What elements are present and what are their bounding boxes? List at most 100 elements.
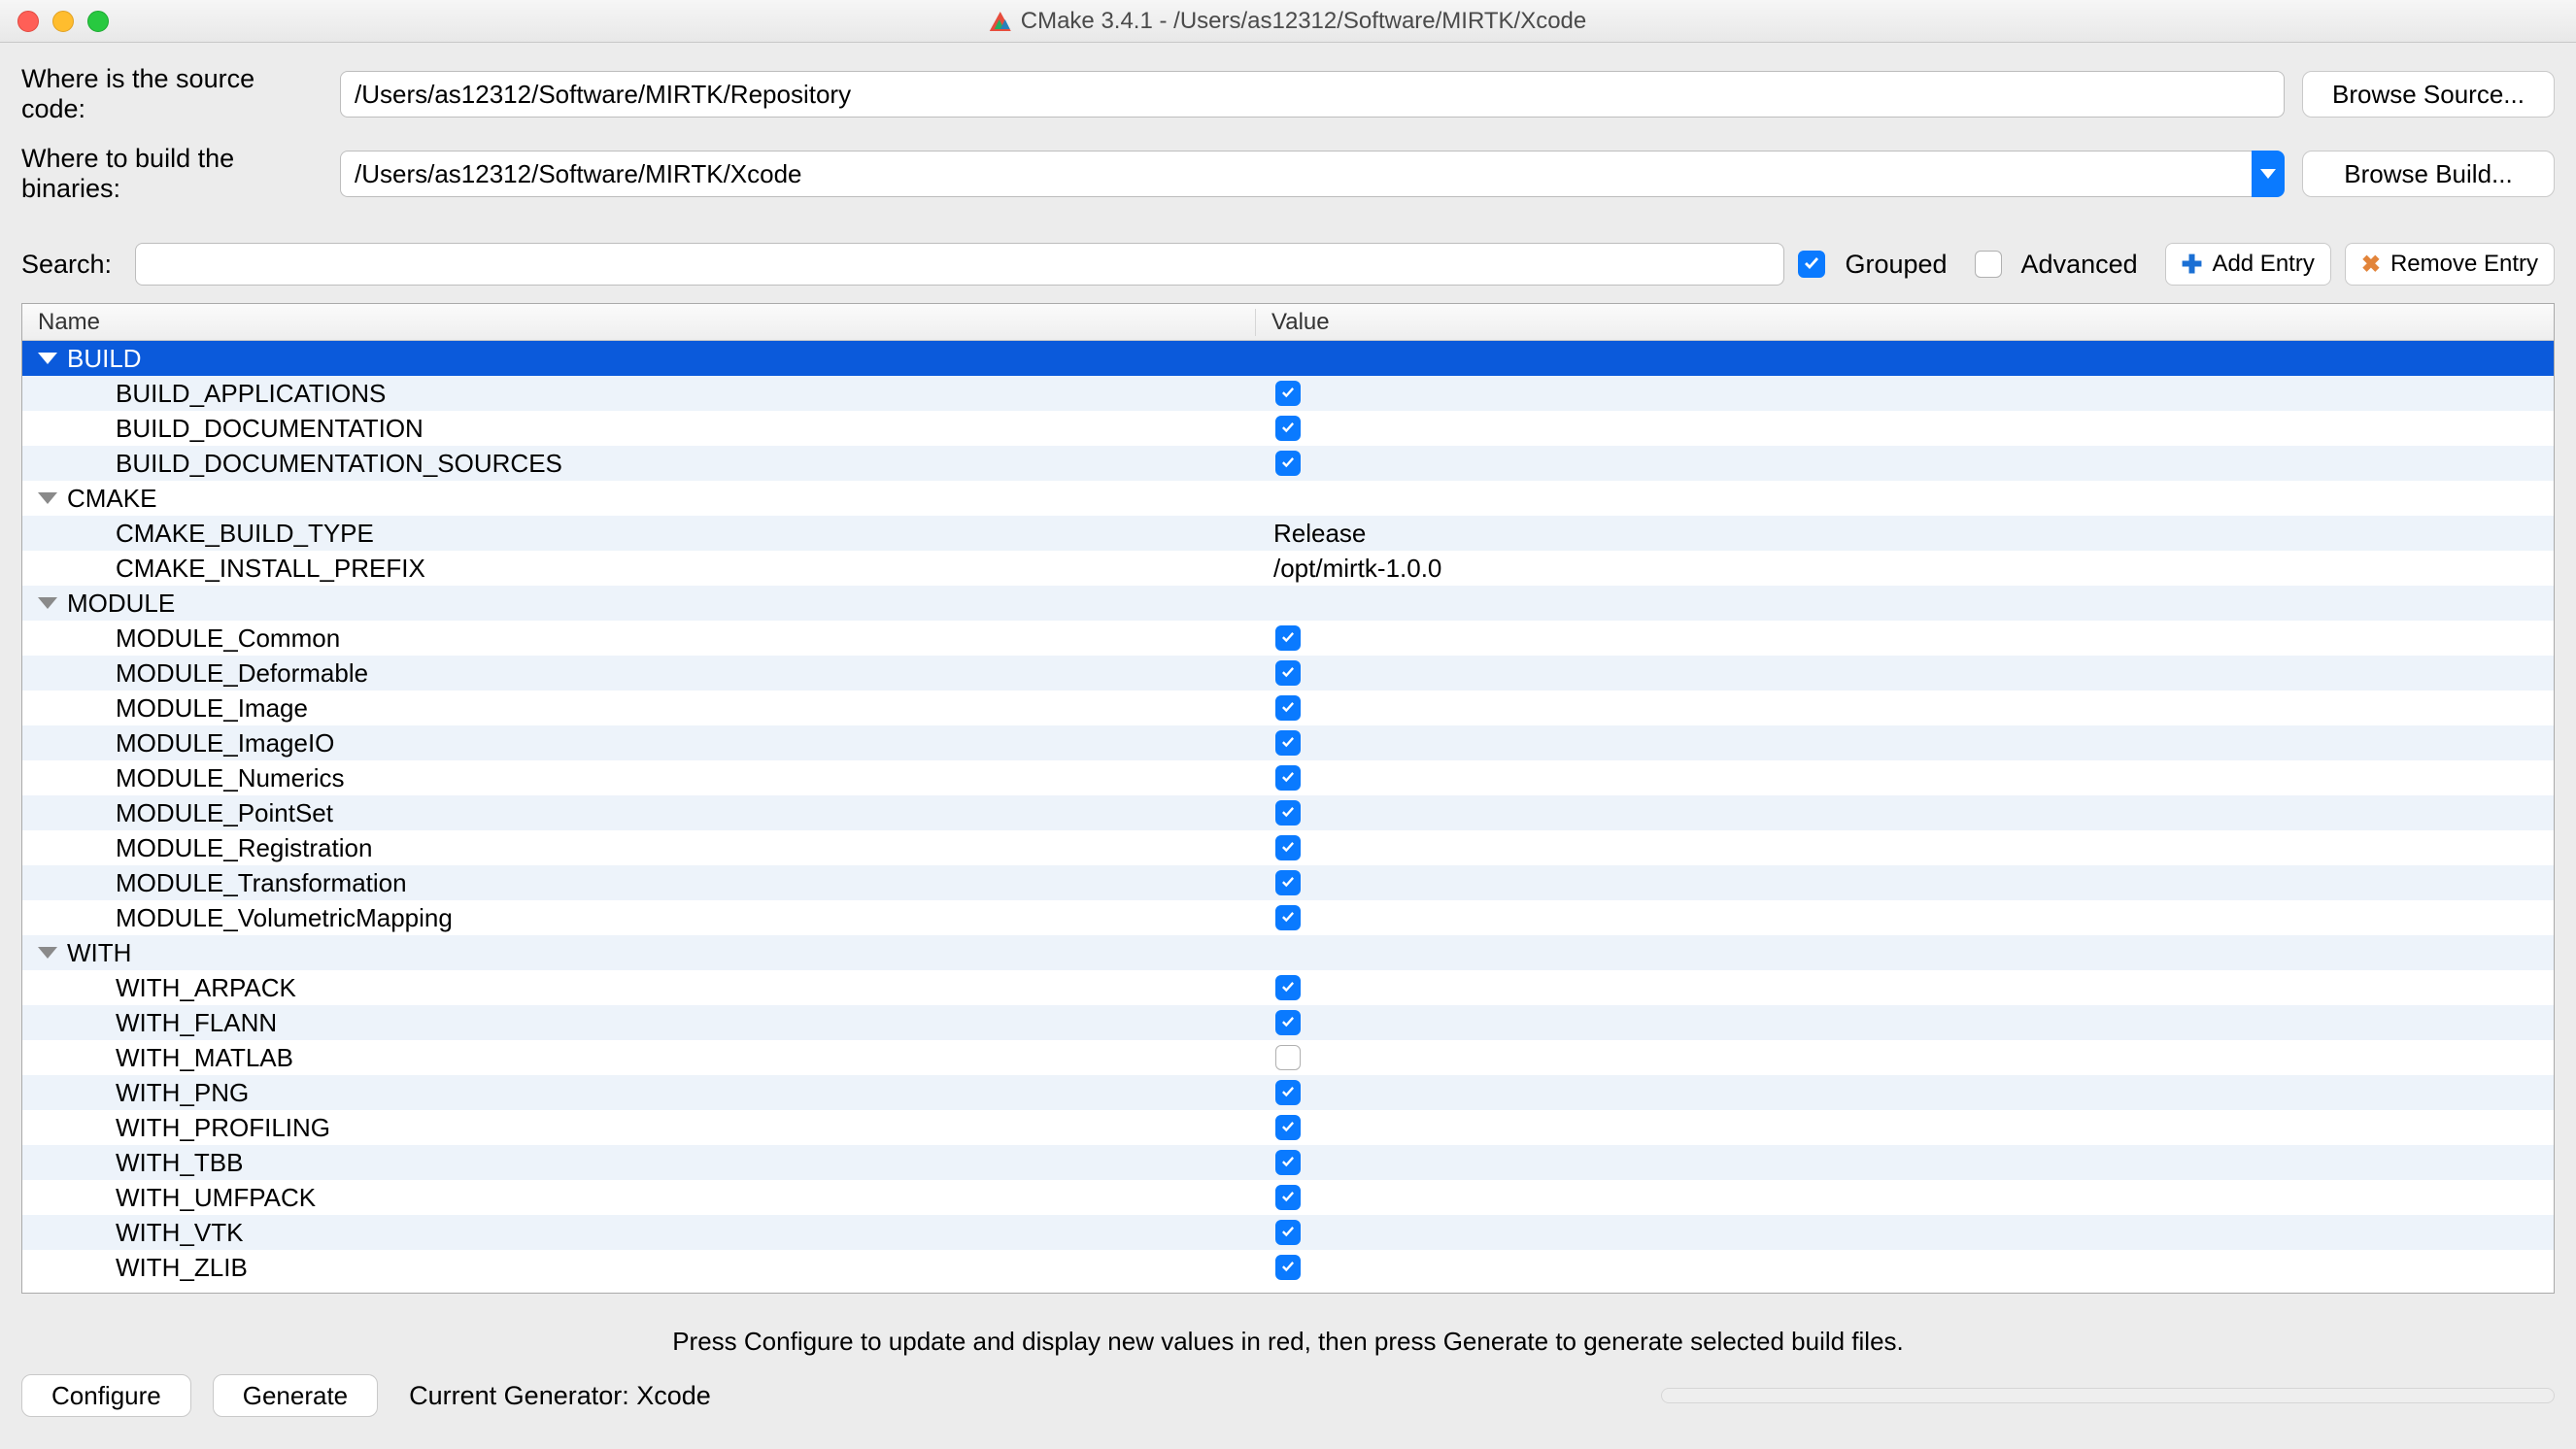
build-path-input[interactable]: /Users/as12312/Software/MIRTK/Xcode xyxy=(340,151,2252,197)
value-checkbox[interactable] xyxy=(1275,451,1301,476)
entry-name: WITH_ARPACK xyxy=(116,973,1256,1003)
cmake-logo-icon xyxy=(990,12,1011,31)
current-generator-label: Current Generator: Xcode xyxy=(409,1381,711,1411)
table-row[interactable]: MODULE_Image xyxy=(22,691,2554,725)
entry-name: MODULE_Transformation xyxy=(116,868,1256,898)
table-row[interactable]: WITH_TBB xyxy=(22,1145,2554,1180)
table-row[interactable]: MODULE_Transformation xyxy=(22,865,2554,900)
disclosure-triangle-icon xyxy=(38,353,57,364)
table-row[interactable]: BUILD_APPLICATIONS xyxy=(22,376,2554,411)
build-path-dropdown-button[interactable] xyxy=(2252,151,2285,197)
table-row[interactable]: WITH_PNG xyxy=(22,1075,2554,1110)
browse-build-button[interactable]: Browse Build... xyxy=(2302,151,2555,197)
table-row[interactable]: WITH_PROFILING xyxy=(22,1110,2554,1145)
entry-name: MODULE_ImageIO xyxy=(116,728,1256,758)
table-row[interactable]: WITH_FLANN xyxy=(22,1005,2554,1040)
table-row[interactable]: MODULE_ImageIO xyxy=(22,725,2554,760)
entry-name: MODULE_Image xyxy=(116,693,1256,724)
cache-table: Name Value BUILD BUILD_APPLICATIONS BUIL… xyxy=(21,303,2555,1294)
value-checkbox[interactable] xyxy=(1275,1185,1301,1210)
table-row[interactable]: WITH_UMFPACK xyxy=(22,1180,2554,1215)
plus-icon: ✚ xyxy=(2182,250,2203,280)
search-input[interactable] xyxy=(135,243,1784,286)
build-path-combobox[interactable]: /Users/as12312/Software/MIRTK/Xcode xyxy=(340,151,2285,197)
column-header-name[interactable]: Name xyxy=(22,309,1256,336)
value-checkbox[interactable] xyxy=(1275,765,1301,791)
value-text[interactable]: Release xyxy=(1273,519,1366,549)
table-row[interactable]: MODULE_Registration xyxy=(22,830,2554,865)
advanced-checkbox[interactable] xyxy=(1975,251,2002,278)
value-checkbox[interactable] xyxy=(1275,905,1301,930)
entry-name: BUILD_DOCUMENTATION xyxy=(116,414,1256,444)
table-row[interactable]: WITH_ZLIB xyxy=(22,1250,2554,1285)
entry-name: MODULE_PointSet xyxy=(116,798,1256,828)
entry-name: BUILD_APPLICATIONS xyxy=(116,379,1256,409)
window-controls xyxy=(17,11,109,32)
entry-name: MODULE_Registration xyxy=(116,833,1256,863)
table-row[interactable]: CMAKE_INSTALL_PREFIX /opt/mirtk-1.0.0 xyxy=(22,551,2554,586)
value-checkbox[interactable] xyxy=(1275,1255,1301,1280)
maximize-window-button[interactable] xyxy=(87,11,109,32)
browse-source-button[interactable]: Browse Source... xyxy=(2302,71,2555,118)
value-checkbox[interactable] xyxy=(1275,1150,1301,1175)
value-checkbox[interactable] xyxy=(1275,800,1301,826)
value-checkbox[interactable] xyxy=(1275,730,1301,756)
source-path-input[interactable]: /Users/as12312/Software/MIRTK/Repository xyxy=(340,71,2285,118)
hint-text: Press Configure to update and display ne… xyxy=(0,1327,2576,1357)
value-checkbox[interactable] xyxy=(1275,695,1301,721)
value-checkbox[interactable] xyxy=(1275,625,1301,651)
grouped-label: Grouped xyxy=(1845,250,1947,280)
value-checkbox[interactable] xyxy=(1275,1045,1301,1070)
group-label: BUILD xyxy=(67,344,142,374)
entry-name: BUILD_DOCUMENTATION_SOURCES xyxy=(116,449,1256,479)
value-checkbox[interactable] xyxy=(1275,1010,1301,1035)
entry-name: WITH_VTK xyxy=(116,1218,1256,1248)
entry-name: CMAKE_BUILD_TYPE xyxy=(116,519,1256,549)
table-row[interactable]: MODULE_VolumetricMapping xyxy=(22,900,2554,935)
remove-entry-button[interactable]: ✖Remove Entry xyxy=(2345,243,2555,286)
value-checkbox[interactable] xyxy=(1275,416,1301,441)
minimize-window-button[interactable] xyxy=(52,11,74,32)
entry-name: WITH_TBB xyxy=(116,1148,1256,1178)
table-row[interactable]: WITH_VTK xyxy=(22,1215,2554,1250)
value-checkbox[interactable] xyxy=(1275,870,1301,895)
table-row[interactable]: BUILD_DOCUMENTATION xyxy=(22,411,2554,446)
value-text[interactable]: /opt/mirtk-1.0.0 xyxy=(1273,554,1441,584)
table-row[interactable]: WITH_MATLAB xyxy=(22,1040,2554,1075)
entry-name: WITH_ZLIB xyxy=(116,1253,1256,1283)
entry-name: MODULE_Numerics xyxy=(116,763,1256,793)
add-entry-button[interactable]: ✚Add Entry xyxy=(2165,243,2331,286)
table-row[interactable]: MODULE_Numerics xyxy=(22,760,2554,795)
value-checkbox[interactable] xyxy=(1275,381,1301,406)
group-label: CMAKE xyxy=(67,484,156,514)
table-row[interactable]: MODULE_PointSet xyxy=(22,795,2554,830)
table-row[interactable]: WITH_ARPACK xyxy=(22,970,2554,1005)
advanced-label: Advanced xyxy=(2021,250,2138,280)
value-checkbox[interactable] xyxy=(1275,1220,1301,1245)
window-title: CMake 3.4.1 - /Users/as12312/Software/MI… xyxy=(990,8,1586,35)
value-checkbox[interactable] xyxy=(1275,1115,1301,1140)
grouped-checkbox[interactable] xyxy=(1798,251,1825,278)
configure-button[interactable]: Configure xyxy=(21,1374,191,1417)
close-window-button[interactable] xyxy=(17,11,39,32)
x-icon: ✖ xyxy=(2361,251,2381,279)
table-row[interactable]: MODULE_Common xyxy=(22,621,2554,656)
value-checkbox[interactable] xyxy=(1275,1080,1301,1105)
group-row-build[interactable]: BUILD xyxy=(22,341,2554,376)
group-row-module[interactable]: MODULE xyxy=(22,586,2554,621)
group-row-with[interactable]: WITH xyxy=(22,935,2554,970)
generate-button[interactable]: Generate xyxy=(213,1374,378,1417)
column-header-value[interactable]: Value xyxy=(1256,309,2554,336)
group-row-cmake[interactable]: CMAKE xyxy=(22,481,2554,516)
value-checkbox[interactable] xyxy=(1275,975,1301,1000)
entry-name: MODULE_Common xyxy=(116,623,1256,654)
value-checkbox[interactable] xyxy=(1275,660,1301,686)
table-row[interactable]: BUILD_DOCUMENTATION_SOURCES xyxy=(22,446,2554,481)
table-row[interactable]: CMAKE_BUILD_TYPE Release xyxy=(22,516,2554,551)
entry-name: MODULE_VolumetricMapping xyxy=(116,903,1256,933)
table-row[interactable]: MODULE_Deformable xyxy=(22,656,2554,691)
disclosure-triangle-icon xyxy=(38,947,57,959)
entry-name: WITH_PROFILING xyxy=(116,1113,1256,1143)
table-header: Name Value xyxy=(22,304,2554,341)
value-checkbox[interactable] xyxy=(1275,835,1301,860)
